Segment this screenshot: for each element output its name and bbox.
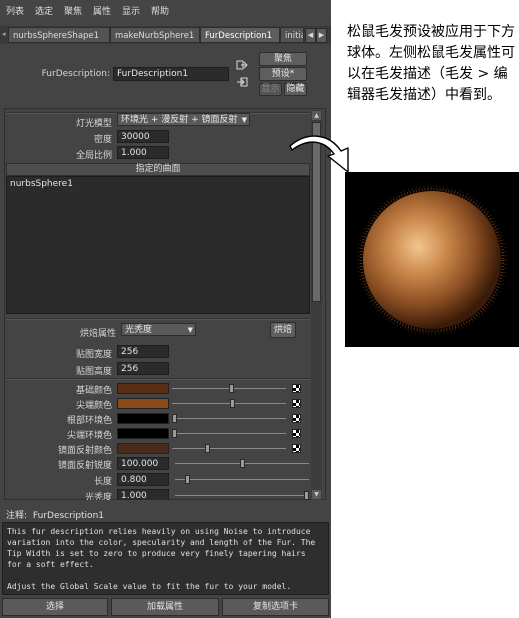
color-row-tip: 尖端颜色 — [0, 396, 311, 411]
output-connection-icon[interactable] — [236, 76, 248, 88]
chevron-down-icon: ▼ — [241, 116, 247, 124]
slider-track[interactable] — [172, 448, 286, 449]
color-row-base: 基础颜色 — [0, 381, 311, 396]
map-height-field[interactable]: 256 — [117, 362, 169, 375]
numeric-attr-label: 镜面反射锐度 — [57, 461, 112, 471]
numeric-field[interactable]: 0.800 — [117, 473, 169, 486]
input-connection-icon[interactable] — [236, 59, 248, 71]
chevron-down-icon: ▼ — [187, 326, 193, 334]
color-attr-label: 镜面反射颜色 — [57, 446, 112, 456]
bake-button[interactable]: 烘焙 — [270, 322, 296, 338]
color-attr-label: 根部环境色 — [66, 416, 112, 426]
node-name-field[interactable]: FurDescription1 — [113, 67, 229, 81]
slider-thumb[interactable] — [204, 444, 210, 453]
color-row-specular: 镜面反射颜色 — [0, 441, 311, 456]
focus-button[interactable]: 聚焦 — [259, 52, 307, 66]
texture-map-icon[interactable] — [292, 444, 301, 453]
tab-next-icon[interactable]: ▶ — [316, 28, 327, 43]
tab-nurbs-sphere-shape[interactable]: nurbsSphereShape1 — [8, 27, 110, 43]
slider-thumb[interactable] — [228, 384, 234, 393]
menu-attributes[interactable]: 属性 — [93, 4, 111, 17]
fur-sphere-render — [345, 172, 519, 347]
node-name-label: FurDescription: — [41, 69, 110, 79]
texture-map-icon[interactable] — [292, 414, 301, 423]
assigned-surfaces-header: 指定的曲面 — [6, 163, 310, 176]
numeric-row-baldness: 光秃度 1.000 — [0, 488, 311, 500]
numeric-row-length: 长度 0.800 — [0, 472, 311, 487]
density-field[interactable]: 30000 — [117, 130, 169, 143]
slider-track[interactable] — [172, 418, 286, 419]
menubar: 列表 选定 聚焦 属性 显示 帮助 — [0, 0, 331, 20]
bake-attribute-dropdown[interactable]: 光秃度 ▼ — [121, 323, 196, 336]
tab-make-nurb-sphere[interactable]: makeNurbSphere1 — [110, 27, 200, 43]
scroll-down-icon[interactable]: ▼ — [312, 490, 321, 499]
light-model-value: 环境光 + 漫反射 + 镜面反射 — [121, 115, 238, 125]
numeric-field[interactable]: 100.000 — [117, 457, 169, 470]
menu-list[interactable]: 列表 — [6, 4, 24, 17]
bake-attribute-label: 烘焙属性 — [79, 329, 116, 339]
tab-initial[interactable]: initia — [280, 27, 304, 43]
color-attr-label: 基础颜色 — [75, 386, 112, 396]
select-button[interactable]: 选择 — [2, 598, 108, 616]
slider-thumb[interactable] — [239, 459, 245, 468]
slider-thumb[interactable] — [304, 491, 309, 500]
texture-map-icon[interactable] — [292, 429, 301, 438]
notes-header: 注释: FurDescription1 — [6, 508, 104, 521]
menu-show[interactable]: 显示 — [122, 4, 140, 17]
node-tabs: ◂ nurbsSphereShape1 makeNurbSphere1 FurD… — [0, 26, 331, 44]
hide-button[interactable]: 隐藏 — [284, 83, 307, 96]
notes-label: 注释: — [6, 511, 28, 521]
texture-map-icon[interactable] — [292, 399, 301, 408]
color-swatch[interactable] — [117, 443, 169, 454]
density-label: 密度 — [93, 135, 112, 145]
assigned-surfaces-list[interactable]: nurbsSphere1 — [6, 176, 310, 314]
light-model-label: 灯光模型 — [75, 119, 112, 129]
slider-thumb[interactable] — [229, 399, 235, 408]
attribute-editor-panel: 列表 选定 聚焦 属性 显示 帮助 ◂ nurbsSphereShape1 ma… — [0, 0, 331, 618]
slider-thumb[interactable] — [172, 429, 177, 438]
color-attr-label: 尖端颜色 — [75, 401, 112, 411]
slider-track[interactable] — [175, 495, 309, 496]
color-swatch[interactable] — [117, 428, 169, 439]
slider-thumb[interactable] — [172, 414, 177, 423]
show-button[interactable]: 显示 — [259, 83, 282, 96]
presets-button[interactable]: 预设* — [259, 67, 307, 81]
notes-node-title: FurDescription1 — [32, 511, 104, 521]
menu-select[interactable]: 选定 — [35, 4, 53, 17]
global-scale-label: 全局比例 — [75, 151, 112, 161]
global-scale-field[interactable]: 1.000 — [117, 146, 169, 159]
texture-map-icon[interactable] — [292, 384, 301, 393]
numeric-row-specular-sharpness: 镜面反射锐度 100.000 — [0, 456, 311, 471]
surface-list-item[interactable]: nurbsSphere1 — [10, 179, 306, 189]
tab-fur-description[interactable]: FurDescription1 — [200, 27, 280, 43]
caption-text: 松鼠毛发预设被应用于下方球体。左侧松鼠毛发属性可以在毛发描述（毛发 > 编辑器毛… — [347, 24, 515, 103]
notes-textarea[interactable]: This fur description relies heavily on u… — [2, 522, 329, 595]
map-width-field[interactable]: 256 — [117, 345, 169, 358]
fur-sphere-image — [345, 172, 519, 347]
scroll-up-icon[interactable]: ▲ — [312, 111, 321, 120]
load-attributes-button[interactable]: 加载属性 — [111, 598, 219, 616]
copy-tab-button[interactable]: 复制选项卡 — [222, 598, 329, 616]
menu-help[interactable]: 帮助 — [151, 4, 169, 17]
slider-track[interactable] — [175, 479, 309, 480]
tab-prev-icon[interactable]: ◀ — [305, 28, 316, 43]
color-swatch[interactable] — [117, 413, 169, 424]
section-divider — [6, 378, 310, 380]
numeric-attr-label: 光秃度 — [84, 493, 112, 500]
section-divider — [6, 318, 310, 320]
color-attr-label: 尖端环境色 — [66, 431, 112, 441]
color-row-base-ambient: 根部环境色 — [0, 411, 311, 426]
menu-focus[interactable]: 聚焦 — [64, 4, 82, 17]
slider-thumb[interactable] — [185, 475, 191, 484]
color-swatch[interactable] — [117, 383, 169, 394]
map-width-label: 贴图宽度 — [75, 350, 112, 360]
slider-track[interactable] — [172, 433, 286, 434]
bake-attribute-value: 光秃度 — [125, 325, 153, 335]
numeric-attr-label: 长度 — [93, 477, 112, 487]
light-model-dropdown[interactable]: 环境光 + 漫反射 + 镜面反射 ▼ — [117, 113, 250, 126]
numeric-field[interactable]: 1.000 — [117, 489, 169, 500]
color-swatch[interactable] — [117, 398, 169, 409]
map-height-label: 贴图高度 — [75, 367, 112, 377]
color-row-tip-ambient: 尖端环境色 — [0, 426, 311, 441]
